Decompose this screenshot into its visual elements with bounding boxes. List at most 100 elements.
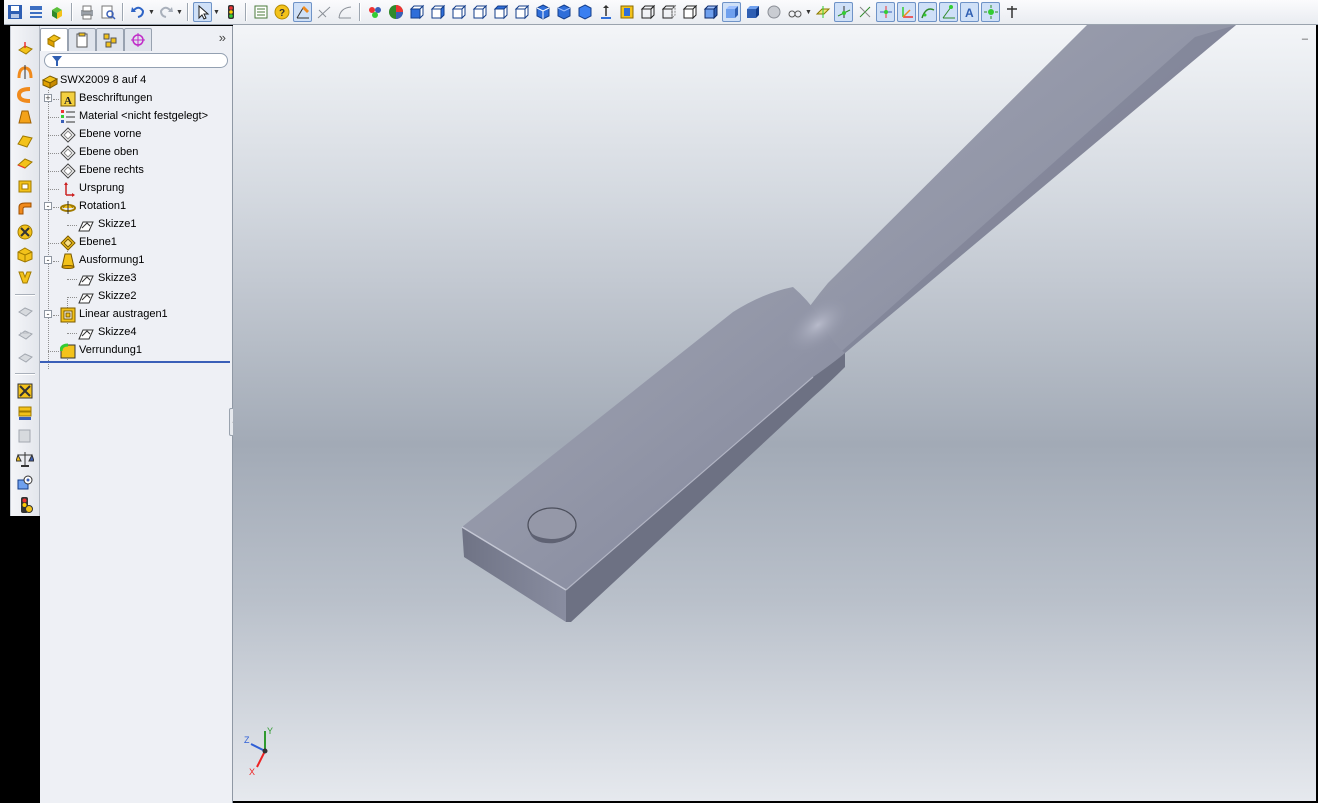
select-arrow-icon[interactable]: [193, 2, 212, 22]
realview-icon[interactable]: [386, 2, 405, 22]
extruded-boss-icon[interactable]: [14, 39, 36, 61]
redo-dropdown-icon[interactable]: ▼: [176, 2, 183, 22]
part-model[interactable]: [233, 25, 1316, 801]
file-properties-icon[interactable]: [251, 2, 270, 22]
tree-item-front-plane[interactable]: Ebene vorne: [40, 126, 232, 144]
view-bottom-icon[interactable]: [512, 2, 531, 22]
revolved-cut-disabled-icon[interactable]: [14, 323, 36, 345]
view-front-icon[interactable]: [407, 2, 426, 22]
reference-geometry-icon[interactable]: [14, 403, 36, 425]
tree-item-extrude1[interactable]: - Linear austragen1: [40, 306, 232, 324]
tab-feature-manager[interactable]: [40, 28, 68, 51]
shell-icon[interactable]: [14, 175, 36, 197]
save-icon[interactable]: [5, 2, 24, 22]
view-sketches-icon[interactable]: [939, 2, 958, 22]
revolved-boss-icon[interactable]: [14, 61, 36, 83]
section-view-icon[interactable]: [14, 471, 36, 493]
view-dimension-names-icon[interactable]: [1002, 2, 1021, 22]
tree-item-revolve1[interactable]: - Rotation1: [40, 198, 232, 216]
normal-to-icon[interactable]: [596, 2, 615, 22]
tree-item-fillet1[interactable]: Verrundung1: [40, 342, 232, 360]
thicken-icon[interactable]: [14, 153, 36, 175]
feature-filter-input[interactable]: [44, 53, 228, 68]
single-view-icon[interactable]: [617, 2, 636, 22]
collapse-toggle[interactable]: -: [44, 202, 52, 211]
view-back-icon[interactable]: [428, 2, 447, 22]
view-coordinate-systems-icon[interactable]: [897, 2, 916, 22]
swept-boss-icon[interactable]: [14, 84, 36, 106]
tree-item-right-plane[interactable]: Ebene rechts: [40, 162, 232, 180]
view-trimetric-icon[interactable]: [554, 2, 573, 22]
undo-dropdown-icon[interactable]: ▼: [148, 2, 155, 22]
plane-icon: [60, 145, 76, 161]
scale-icon[interactable]: [14, 244, 36, 266]
graphics-area[interactable]: – Y Z X: [233, 25, 1316, 801]
smart-dimension-icon[interactable]: [314, 2, 333, 22]
rib-icon[interactable]: [14, 267, 36, 289]
tab-dimxpert-manager[interactable]: [124, 28, 152, 51]
tree-item-sketch1[interactable]: Skizze1: [40, 216, 232, 234]
wireframe-icon[interactable]: [638, 2, 657, 22]
view-curves-icon[interactable]: [918, 2, 937, 22]
curves-disabled-icon[interactable]: [14, 425, 36, 447]
tree-item-loft1[interactable]: - Ausformung1: [40, 252, 232, 270]
hide-show-dropdown-icon[interactable]: ▼: [805, 2, 812, 22]
print-icon[interactable]: [77, 2, 96, 22]
tree-item-part-root[interactable]: SWX2009 8 auf 4: [40, 72, 232, 90]
view-origins-icon[interactable]: [876, 2, 895, 22]
view-temporary-axes-icon[interactable]: [855, 2, 874, 22]
expand-toggle[interactable]: +: [44, 94, 52, 103]
rebuild-icon[interactable]: [221, 2, 240, 22]
view-top-icon[interactable]: [491, 2, 510, 22]
view-lights-icon[interactable]: [981, 2, 1000, 22]
print-setup-icon[interactable]: [26, 2, 45, 22]
instant3d-icon[interactable]: [14, 380, 36, 402]
collapse-toggle[interactable]: -: [44, 256, 52, 265]
view-planes-icon[interactable]: [813, 2, 832, 22]
shadows-icon[interactable]: [743, 2, 762, 22]
swept-cut-disabled-icon[interactable]: [14, 346, 36, 368]
tab-configuration-manager[interactable]: [96, 28, 124, 51]
redo-icon[interactable]: [156, 2, 175, 22]
view-isometric-icon[interactable]: [533, 2, 552, 22]
view-axes-icon[interactable]: [834, 2, 853, 22]
appearance-icon[interactable]: [365, 2, 384, 22]
tab-property-manager[interactable]: [68, 28, 96, 51]
rebuild-status-icon[interactable]: [14, 494, 36, 516]
sketch-toolbar-icon[interactable]: [293, 2, 312, 22]
lofted-boss-icon[interactable]: [14, 107, 36, 129]
view-left-icon[interactable]: [449, 2, 468, 22]
select-dropdown-icon[interactable]: ▼: [213, 2, 220, 22]
tree-item-sketch3[interactable]: Skizze3: [40, 270, 232, 288]
undo-icon[interactable]: [128, 2, 147, 22]
wrap-icon[interactable]: [14, 198, 36, 220]
view-dimetric-icon[interactable]: [575, 2, 594, 22]
print-preview-icon[interactable]: [98, 2, 117, 22]
tree-item-annotations[interactable]: + A Beschriftungen: [40, 90, 232, 108]
extruded-cut-disabled-icon[interactable]: [14, 300, 36, 322]
viewport-corner-control[interactable]: –: [1302, 33, 1308, 45]
hidden-lines-removed-icon[interactable]: [680, 2, 699, 22]
view-right-icon[interactable]: [470, 2, 489, 22]
tree-item-top-plane[interactable]: Ebene oben: [40, 144, 232, 162]
shaded-icon[interactable]: [722, 2, 741, 22]
help-icon[interactable]: ?: [272, 2, 291, 22]
hidden-lines-visible-icon[interactable]: [659, 2, 678, 22]
sketch-arc-icon[interactable]: [335, 2, 354, 22]
perspective-icon[interactable]: [764, 2, 783, 22]
rollback-bar[interactable]: [40, 361, 230, 363]
rebuild-options-icon[interactable]: [47, 2, 66, 22]
view-annotations-icon[interactable]: A: [960, 2, 979, 22]
tree-item-material[interactable]: Material <nicht festgelegt>: [40, 108, 232, 126]
collapse-toggle[interactable]: -: [44, 310, 52, 319]
mass-properties-icon[interactable]: [14, 448, 36, 470]
collapse-panel-button[interactable]: »: [219, 30, 226, 45]
tree-item-sketch4[interactable]: Skizze4: [40, 324, 232, 342]
shaded-with-edges-icon[interactable]: [701, 2, 720, 22]
hide-show-items-icon[interactable]: [785, 2, 804, 22]
dome-icon[interactable]: [14, 221, 36, 243]
tree-item-sketch2[interactable]: Skizze2: [40, 288, 232, 306]
tree-item-plane1[interactable]: Ebene1: [40, 234, 232, 252]
boundary-boss-icon[interactable]: [14, 130, 36, 152]
tree-item-origin[interactable]: Ursprung: [40, 180, 232, 198]
